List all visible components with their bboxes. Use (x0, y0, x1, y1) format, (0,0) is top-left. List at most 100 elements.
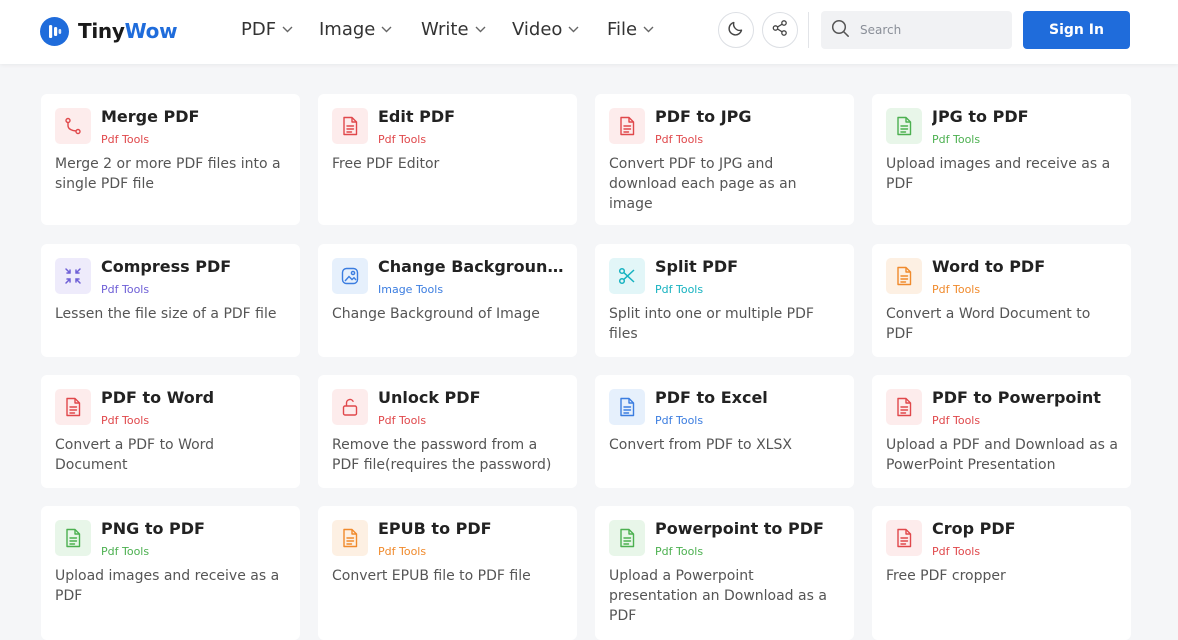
card-category: Pdf Tools (932, 414, 981, 427)
nav-image[interactable]: Image (319, 19, 392, 40)
share-button[interactable] (762, 12, 798, 48)
tool-card-crop-pdf[interactable]: Crop PDF Pdf Tools Free PDF cropper (872, 506, 1131, 640)
sign-in-button[interactable]: Sign In (1023, 11, 1130, 49)
dark-mode-toggle[interactable] (718, 12, 754, 48)
tool-card-epub-to-pdf[interactable]: EPUB to PDF Pdf Tools Convert EPUB file to… (318, 506, 577, 640)
card-description: Convert a Word Document to PDF (886, 306, 1091, 342)
chevron-down-icon (381, 26, 392, 33)
tool-card-pdf-to-powerpoint[interactable]: PDF to Powerpoint Pdf Tools Upload a PDF a… (872, 375, 1131, 488)
document-icon (609, 520, 645, 556)
nav-image-label: Image (319, 19, 376, 40)
card-category: Pdf Tools (101, 133, 150, 146)
top-navbar: TinyWow PDF Image Write Video File Searc… (0, 0, 1178, 64)
card-category: Image Tools (378, 283, 444, 296)
card-title: PDF to JPG (655, 107, 752, 126)
card-title: PDF to Powerpoint (932, 388, 1101, 407)
document-icon (886, 108, 922, 144)
tool-card-pdf-to-jpg[interactable]: PDF to JPG Pdf Tools Convert PDF to JPG an… (595, 94, 854, 225)
card-description: Upload a PDF and Download as a PowerPoin… (886, 437, 1118, 473)
card-title: Compress PDF (101, 257, 232, 276)
card-description: Convert EPUB file to PDF file (332, 568, 531, 584)
search-box[interactable] (821, 11, 1012, 49)
tool-card-powerpoint-to-pdf[interactable]: Powerpoint to PDF Pdf Tools Upload a Power… (595, 506, 854, 640)
card-title: Crop PDF (932, 519, 1016, 538)
tool-card-merge-pdf[interactable]: Merge PDF Pdf Tools Merge 2 or more PDF fi… (41, 94, 300, 225)
tool-card-edit-pdf[interactable]: Edit PDF Pdf Tools Free PDF Editor (318, 94, 577, 225)
card-title: PDF to Excel (655, 388, 768, 407)
card-category: Pdf Tools (932, 545, 981, 558)
card-category: Pdf Tools (378, 545, 427, 558)
document-icon (886, 258, 922, 294)
card-title: Change Background of Image (378, 257, 568, 276)
compress-icon (55, 258, 91, 294)
tool-card-compress-pdf[interactable]: Compress PDF Pdf Tools Lessen the file siz… (41, 244, 300, 357)
merge-icon (55, 108, 91, 144)
card-title: JPG to PDF (932, 107, 1029, 126)
card-category: Pdf Tools (655, 133, 704, 146)
card-title: PDF to Word (101, 388, 215, 407)
document-icon (55, 520, 91, 556)
share-icon (771, 19, 789, 41)
nav-pdf[interactable]: PDF (241, 19, 293, 40)
image-icon (332, 258, 368, 294)
card-category: Pdf Tools (932, 133, 981, 146)
card-title: Split PDF (655, 257, 739, 276)
card-description: Convert PDF to JPG and download each pag… (609, 156, 797, 212)
card-description: Free PDF Editor (332, 156, 440, 172)
chevron-down-icon (475, 26, 486, 33)
document-icon (55, 389, 91, 425)
unlock-icon (332, 389, 368, 425)
chevron-down-icon (282, 26, 293, 33)
nav-write[interactable]: Write (421, 19, 486, 40)
card-description: Remove the password from a PDF file(requ… (332, 437, 552, 473)
nav-file[interactable]: File (607, 19, 654, 40)
card-title: EPUB to PDF (378, 519, 492, 538)
search-input[interactable] (860, 23, 990, 37)
document-icon (609, 108, 645, 144)
chevron-down-icon (568, 26, 579, 33)
document-icon (332, 108, 368, 144)
tool-card-png-to-pdf[interactable]: PNG to PDF Pdf Tools Upload images and rec… (41, 506, 300, 640)
tool-card-pdf-to-word[interactable]: PDF to Word Pdf Tools Convert a PDF to Wor… (41, 375, 300, 488)
tool-card-word-to-pdf[interactable]: Word to PDF Pdf Tools Convert a Word Docum… (872, 244, 1131, 357)
card-description: Upload images and receive as a PDF (886, 156, 1111, 192)
tool-card-split-pdf[interactable]: Split PDF Pdf Tools Split into one or mult… (595, 244, 854, 357)
document-icon (886, 389, 922, 425)
card-title: Edit PDF (378, 107, 456, 126)
tool-card-unlock-pdf[interactable]: Unlock PDF Pdf Tools Remove the password f… (318, 375, 577, 488)
card-title: Powerpoint to PDF (655, 519, 824, 538)
card-category: Pdf Tools (378, 133, 427, 146)
card-category: Pdf Tools (655, 545, 704, 558)
card-description: Merge 2 or more PDF files into a single … (55, 156, 281, 192)
document-icon (332, 520, 368, 556)
document-icon (609, 389, 645, 425)
card-title: Unlock PDF (378, 388, 481, 407)
card-description: Convert from PDF to XLSX (609, 437, 792, 453)
card-category: Pdf Tools (932, 283, 981, 296)
card-description: Lessen the file size of a PDF file (55, 306, 277, 322)
card-description: Free PDF cropper (886, 568, 1006, 584)
scissors-icon (609, 258, 645, 294)
card-category: Pdf Tools (655, 283, 704, 296)
nav-video-label: Video (512, 19, 563, 40)
logo-text: TinyWow (78, 19, 178, 43)
card-description: Change Background of Image (332, 306, 540, 322)
nav-video[interactable]: Video (512, 19, 579, 40)
card-category: Pdf Tools (378, 414, 427, 427)
logo[interactable]: TinyWow (40, 16, 178, 46)
tool-card-jpg-to-pdf[interactable]: JPG to PDF Pdf Tools Upload images and rec… (872, 94, 1131, 225)
card-description: Split into one or multiple PDF files (609, 306, 814, 342)
card-title: Word to PDF (932, 257, 1046, 276)
nav-write-label: Write (421, 19, 469, 40)
card-category: Pdf Tools (101, 545, 150, 558)
search-icon (831, 19, 850, 42)
logo-icon (40, 16, 69, 46)
card-category: Pdf Tools (101, 283, 150, 296)
moon-icon (727, 19, 745, 41)
document-icon (886, 520, 922, 556)
card-category: Pdf Tools (655, 414, 704, 427)
tool-card-pdf-to-excel[interactable]: PDF to Excel Pdf Tools Convert from PDF to… (595, 375, 854, 488)
tool-card-change-background-of-image[interactable]: Change Background of Image Image Tools Cha… (318, 244, 577, 357)
nav-file-label: File (607, 19, 638, 40)
card-title: Merge PDF (101, 107, 200, 126)
